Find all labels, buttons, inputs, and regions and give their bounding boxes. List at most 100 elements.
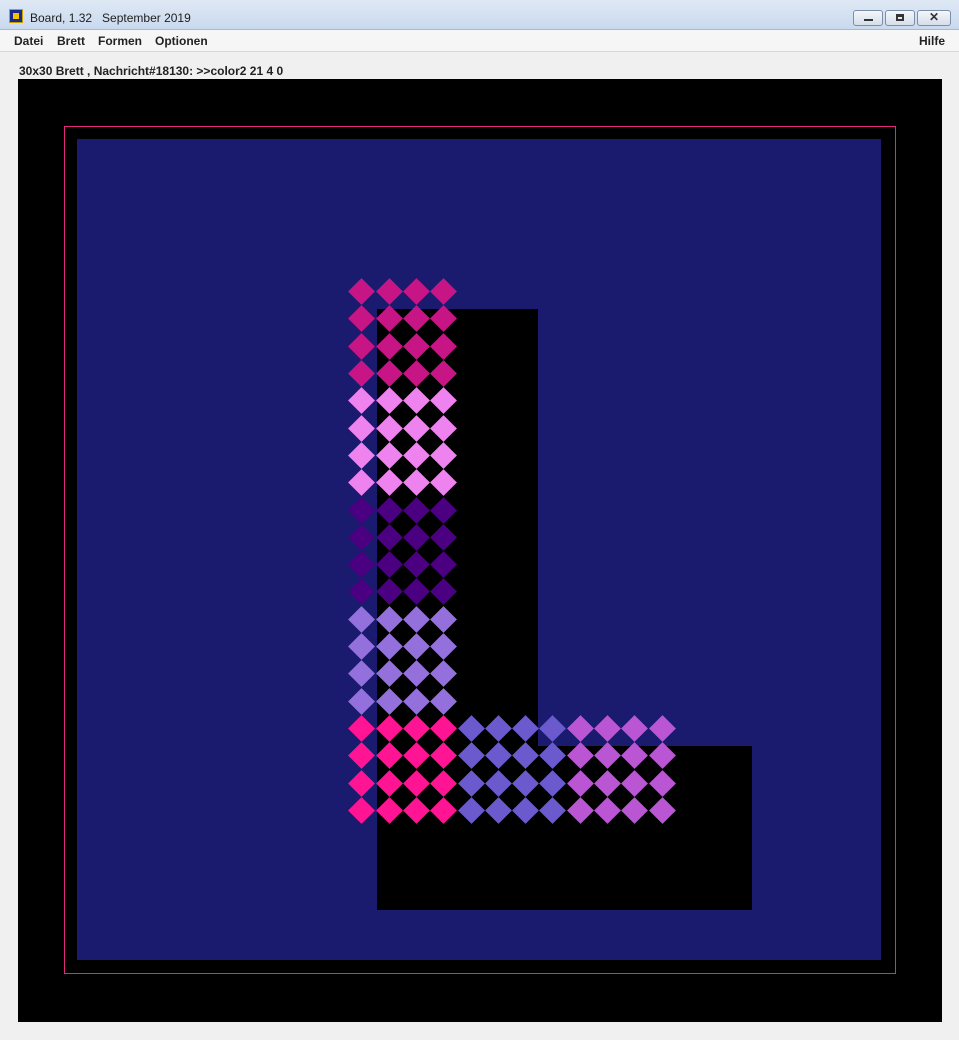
- title-bar[interactable]: Board, 1.32 September 2019 ✕: [0, 0, 959, 30]
- board-cell[interactable]: [430, 305, 458, 333]
- board-cell[interactable]: [402, 332, 430, 360]
- board-cell[interactable]: [594, 742, 621, 770]
- board-cell[interactable]: [402, 742, 430, 770]
- board-cell[interactable]: [402, 523, 430, 551]
- board-cell[interactable]: [348, 441, 376, 469]
- board-cell[interactable]: [430, 469, 458, 497]
- board-cell[interactable]: [375, 633, 403, 660]
- board-cell[interactable]: [348, 305, 376, 333]
- board-cell[interactable]: [375, 496, 403, 524]
- board-cell[interactable]: [539, 742, 567, 770]
- board-cell[interactable]: [348, 551, 376, 579]
- board-cell[interactable]: [539, 714, 567, 742]
- board-cell[interactable]: [402, 769, 430, 797]
- board-cell[interactable]: [430, 796, 458, 824]
- board-cell[interactable]: [430, 387, 458, 415]
- board-cell[interactable]: [594, 769, 621, 797]
- board-cell[interactable]: [375, 578, 403, 606]
- board-cell[interactable]: [348, 278, 376, 306]
- board-cell[interactable]: [375, 769, 403, 797]
- board-cell[interactable]: [348, 633, 376, 660]
- board-cell[interactable]: [512, 769, 540, 797]
- board-cell[interactable]: [375, 605, 403, 633]
- board-cell[interactable]: [430, 414, 458, 442]
- board-cell[interactable]: [430, 605, 458, 633]
- board-cell[interactable]: [539, 769, 567, 797]
- board-cell[interactable]: [484, 714, 512, 742]
- board-cell[interactable]: [402, 605, 430, 633]
- minimize-button[interactable]: [853, 10, 883, 26]
- board-cell[interactable]: [430, 578, 458, 606]
- board-cell[interactable]: [375, 414, 403, 442]
- board-cell[interactable]: [402, 687, 430, 715]
- board-cell[interactable]: [402, 796, 430, 824]
- board-cell[interactable]: [375, 523, 403, 551]
- board-cell[interactable]: [430, 441, 458, 469]
- board-cell[interactable]: [430, 633, 458, 660]
- board-cell[interactable]: [484, 796, 512, 824]
- board-cell[interactable]: [457, 714, 485, 742]
- board-cell[interactable]: [484, 742, 512, 770]
- board-cell[interactable]: [375, 796, 403, 824]
- board-cell[interactable]: [430, 360, 458, 387]
- board-cell[interactable]: [402, 578, 430, 606]
- board-cell[interactable]: [484, 769, 512, 797]
- board-cell[interactable]: [375, 441, 403, 469]
- board-field[interactable]: [77, 139, 881, 960]
- board-cell[interactable]: [402, 551, 430, 579]
- board-cell[interactable]: [375, 332, 403, 360]
- board-cell[interactable]: [648, 742, 676, 770]
- board-cell[interactable]: [457, 769, 485, 797]
- board-cell[interactable]: [648, 796, 676, 824]
- board-cell[interactable]: [375, 714, 403, 742]
- board-cell[interactable]: [348, 414, 376, 442]
- board-cell[interactable]: [621, 714, 649, 742]
- game-board[interactable]: [18, 79, 942, 1022]
- board-cell[interactable]: [402, 633, 430, 660]
- board-cell[interactable]: [402, 469, 430, 497]
- board-cell[interactable]: [594, 714, 621, 742]
- board-cell[interactable]: [348, 523, 376, 551]
- board-cell[interactable]: [402, 414, 430, 442]
- board-cell[interactable]: [348, 605, 376, 633]
- board-cell[interactable]: [375, 469, 403, 497]
- board-cell[interactable]: [348, 742, 376, 770]
- board-cell[interactable]: [348, 387, 376, 415]
- board-cell[interactable]: [348, 796, 376, 824]
- board-cell[interactable]: [430, 523, 458, 551]
- board-cell[interactable]: [566, 742, 594, 770]
- board-cell[interactable]: [348, 687, 376, 715]
- menu-datei[interactable]: Datei: [14, 34, 43, 48]
- board-cell[interactable]: [566, 769, 594, 797]
- board-cell[interactable]: [348, 360, 376, 387]
- board-cell[interactable]: [621, 742, 649, 770]
- board-cell[interactable]: [621, 769, 649, 797]
- board-cell[interactable]: [512, 796, 540, 824]
- board-cell[interactable]: [430, 551, 458, 579]
- board-cell[interactable]: [402, 360, 430, 387]
- board-cell[interactable]: [348, 578, 376, 606]
- board-cell[interactable]: [348, 332, 376, 360]
- board-cell[interactable]: [402, 305, 430, 333]
- board-cell[interactable]: [375, 687, 403, 715]
- board-cell[interactable]: [348, 714, 376, 742]
- board-cell[interactable]: [594, 796, 621, 824]
- board-cell[interactable]: [348, 496, 376, 524]
- board-cell[interactable]: [402, 278, 430, 306]
- board-cell[interactable]: [375, 387, 403, 415]
- board-cell[interactable]: [512, 714, 540, 742]
- board-cell[interactable]: [375, 278, 403, 306]
- board-cell[interactable]: [430, 278, 458, 306]
- maximize-button[interactable]: [885, 10, 915, 26]
- board-cell[interactable]: [375, 742, 403, 770]
- board-cell[interactable]: [348, 660, 376, 688]
- board-cell[interactable]: [648, 769, 676, 797]
- board-cell[interactable]: [457, 796, 485, 824]
- board-cell[interactable]: [430, 496, 458, 524]
- board-cell[interactable]: [539, 796, 567, 824]
- board-cell[interactable]: [402, 496, 430, 524]
- board-cell[interactable]: [375, 360, 403, 387]
- menu-formen[interactable]: Formen: [98, 34, 142, 48]
- board-cell[interactable]: [430, 742, 458, 770]
- menu-brett[interactable]: Brett: [57, 34, 85, 48]
